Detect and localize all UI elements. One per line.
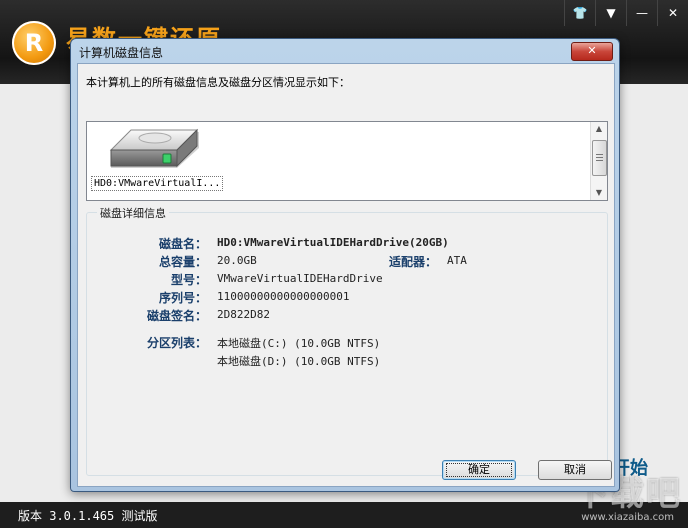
model-label: 型号：: [170, 273, 207, 287]
partition-item: 本地磁盘(D:) (10.0GB NTFS): [217, 355, 381, 368]
grip-line: [596, 160, 603, 161]
shirt-icon[interactable]: 👕: [564, 0, 595, 26]
serial-value: 11000000000000000001: [217, 290, 350, 303]
disk-info-dialog: 计算机磁盘信息 ✕ 本计算机上的所有磁盘信息及磁盘分区情况显示如下： HD0:V…: [70, 38, 620, 492]
scroll-thumb[interactable]: [592, 140, 607, 176]
minimize-icon[interactable]: —: [626, 0, 657, 26]
capacity-label: 总容量：: [158, 255, 207, 269]
close-icon[interactable]: ✕: [657, 0, 688, 26]
window-controls: 👕 ▼ — ✕: [564, 0, 688, 26]
disk-list[interactable]: HD0:VMwareVirtualI... ▲ ▼: [86, 121, 608, 201]
signature-label: 磁盘签名：: [146, 309, 207, 323]
cancel-button-label: 取消: [564, 463, 586, 476]
serial-label: 序列号：: [158, 291, 207, 305]
grip-line: [596, 157, 603, 158]
model-value: VMwareVirtualIDEHardDrive: [217, 272, 383, 285]
disk-label[interactable]: HD0:VMwareVirtualI...: [91, 176, 224, 191]
disk-details-group: 磁盘详细信息 磁盘名： HD0:VMwareVirtualIDEHardDriv…: [86, 205, 608, 476]
capacity-value: 20.0GB: [217, 254, 257, 267]
version-text: 版本 3.0.1.465 测试版: [18, 509, 158, 523]
dialog-close-button[interactable]: ✕: [571, 42, 613, 61]
dropdown-icon[interactable]: ▼: [595, 0, 626, 26]
dialog-description: 本计算机上的所有磁盘信息及磁盘分区情况显示如下：: [86, 76, 350, 89]
signature-value: 2D822D82: [217, 308, 270, 321]
adapter-value: ATA: [447, 254, 467, 267]
adapter-label: 适配器：: [388, 255, 437, 269]
ok-button[interactable]: 确定: [442, 460, 516, 480]
disk-details-legend: 磁盘详细信息: [97, 205, 169, 221]
watermark-url: www.xiazaiba.com: [581, 512, 674, 523]
app-logo-icon: R: [12, 21, 56, 65]
cancel-button[interactable]: 取消: [538, 460, 612, 480]
scroll-up-icon[interactable]: ▲: [591, 122, 607, 136]
partition-item: 本地磁盘(C:) (10.0GB NTFS): [217, 337, 381, 350]
dialog-title: 计算机磁盘信息: [79, 46, 164, 60]
dialog-titlebar[interactable]: 计算机磁盘信息 ✕: [71, 39, 619, 63]
focus-ring: [446, 463, 512, 477]
hard-drive-icon: [109, 128, 199, 168]
disk-name-label: 磁盘名：: [158, 237, 207, 251]
app-logo-glyph: R: [24, 29, 44, 57]
disk-name-value: HD0:VMwareVirtualIDEHardDrive(20GB): [217, 236, 449, 249]
grip-line: [596, 154, 603, 155]
dialog-client: 本计算机上的所有磁盘信息及磁盘分区情况显示如下： HD0:VMwareVirtu…: [77, 63, 615, 487]
disk-item[interactable]: HD0:VMwareVirtualI...: [91, 126, 224, 194]
partitions-label: 分区列表：: [146, 336, 207, 350]
scroll-down-icon[interactable]: ▼: [591, 186, 607, 200]
disk-list-scrollbar[interactable]: ▲ ▼: [590, 122, 607, 200]
